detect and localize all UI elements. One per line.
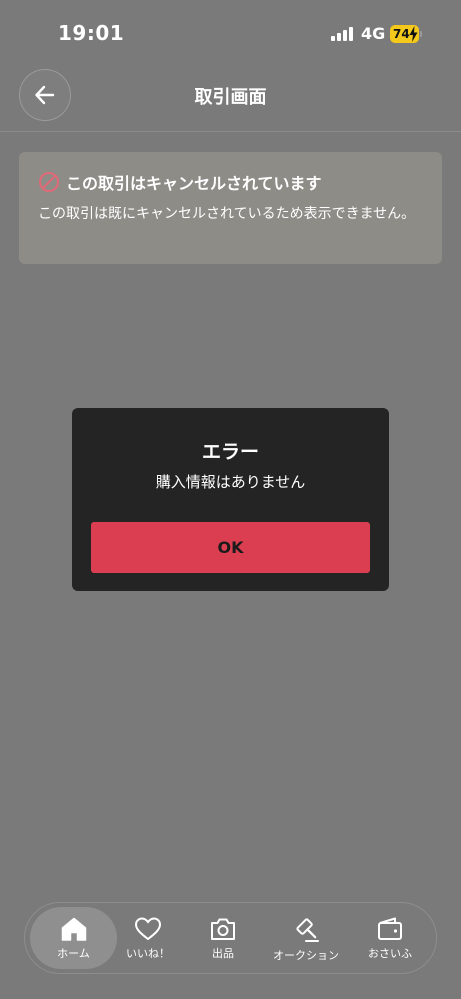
dialog-title: エラー	[201, 441, 259, 463]
home-icon	[61, 917, 86, 941]
nav-label-likes: いいね！	[126, 947, 170, 960]
nav-label-home: ホーム	[57, 947, 90, 960]
nav-label-sell: 出品	[212, 947, 234, 960]
signal-icon	[331, 27, 355, 41]
status-bar: 19:01 4G 74	[0, 0, 461, 64]
nav-item-sell[interactable]: 出品	[197, 907, 249, 969]
gavel-icon	[296, 918, 319, 942]
wallet-icon	[378, 917, 402, 940]
network-type: 4G	[361, 24, 386, 43]
battery-icon: 74	[390, 25, 422, 43]
notice-title: この取引はキャンセルされています	[66, 174, 322, 193]
status-time: 19:01	[58, 21, 125, 45]
camera-icon	[211, 918, 235, 940]
nav-item-home[interactable]: ホーム	[30, 907, 117, 969]
charging-bolt-icon	[409, 26, 418, 42]
page-title: 取引画面	[194, 87, 267, 108]
prohibited-icon	[39, 172, 59, 192]
cancelled-notice: この取引はキャンセルされています この取引は既にキャンセルされているため表示でき…	[19, 152, 442, 264]
bottom-nav: ホーム いいね！ 出品 オークション おさいふ	[24, 902, 437, 974]
nav-label-auction: オークション	[273, 949, 339, 962]
error-dialog: エラー 購入情報はありません OK	[72, 408, 389, 591]
battery-level: 74	[393, 27, 410, 41]
nav-label-wallet: おさいふ	[368, 947, 412, 960]
nav-item-auction[interactable]: オークション	[269, 907, 343, 969]
nav-item-wallet[interactable]: おさいふ	[361, 907, 419, 969]
dialog-message: 購入情報はありません	[155, 473, 306, 491]
nav-item-likes[interactable]: いいね！	[119, 907, 177, 969]
header: 取引画面	[0, 66, 461, 132]
ok-button[interactable]: OK	[91, 522, 370, 573]
notice-body: この取引は既にキャンセルされているため表示できません。	[38, 206, 416, 222]
heart-icon	[134, 917, 162, 941]
